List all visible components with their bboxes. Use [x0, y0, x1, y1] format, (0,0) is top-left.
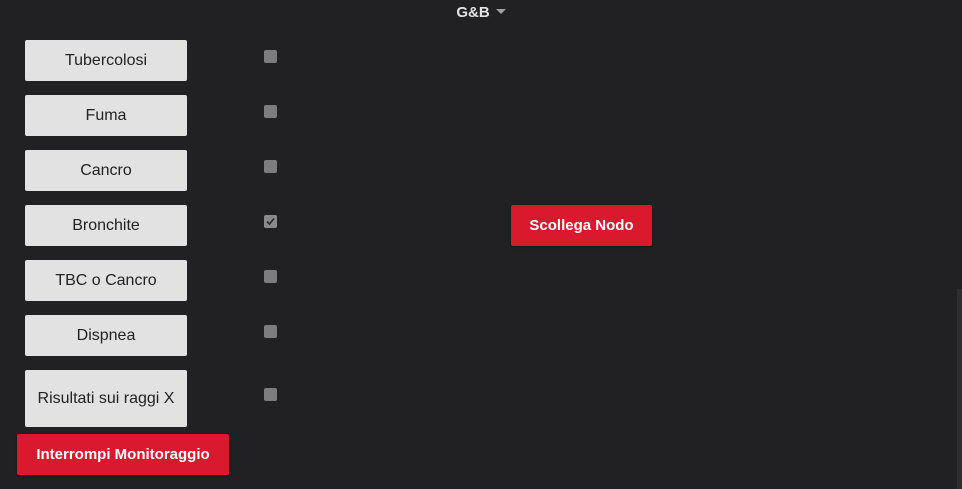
node-button-fuma[interactable]: Fuma	[25, 95, 187, 136]
node-button-tbc-o-cancro[interactable]: TBC o Cancro	[25, 260, 187, 301]
node-button-risultati-raggi-x[interactable]: Risultati sui raggi X	[25, 370, 187, 427]
node-checkbox-fuma[interactable]	[264, 105, 277, 118]
node-checkbox-dispnea[interactable]	[264, 325, 277, 338]
stop-monitoring-button[interactable]: Interrompi Monitoraggio	[17, 434, 229, 475]
node-checkbox-tubercolosi[interactable]	[264, 50, 277, 63]
node-button-tubercolosi[interactable]: Tubercolosi	[25, 40, 187, 81]
scrollbar[interactable]	[957, 289, 962, 489]
node-button-dispnea[interactable]: Dispnea	[25, 315, 187, 356]
node-button-bronchite[interactable]: Bronchite	[25, 205, 187, 246]
node-checkbox-tbc-o-cancro[interactable]	[264, 270, 277, 283]
page-title: G&B	[456, 4, 490, 21]
node-checkbox-risultati-raggi-x[interactable]	[264, 388, 277, 401]
node-checkbox-cancro[interactable]	[264, 160, 277, 173]
node-button-cancro[interactable]: Cancro	[25, 150, 187, 191]
node-checkbox-bronchite[interactable]	[264, 215, 277, 228]
disconnect-node-button[interactable]: Scollega Nodo	[511, 205, 652, 246]
dropdown-title[interactable]: G&B	[0, 4, 962, 22]
checkmark-icon	[266, 217, 275, 226]
caret-down-icon	[495, 9, 506, 14]
